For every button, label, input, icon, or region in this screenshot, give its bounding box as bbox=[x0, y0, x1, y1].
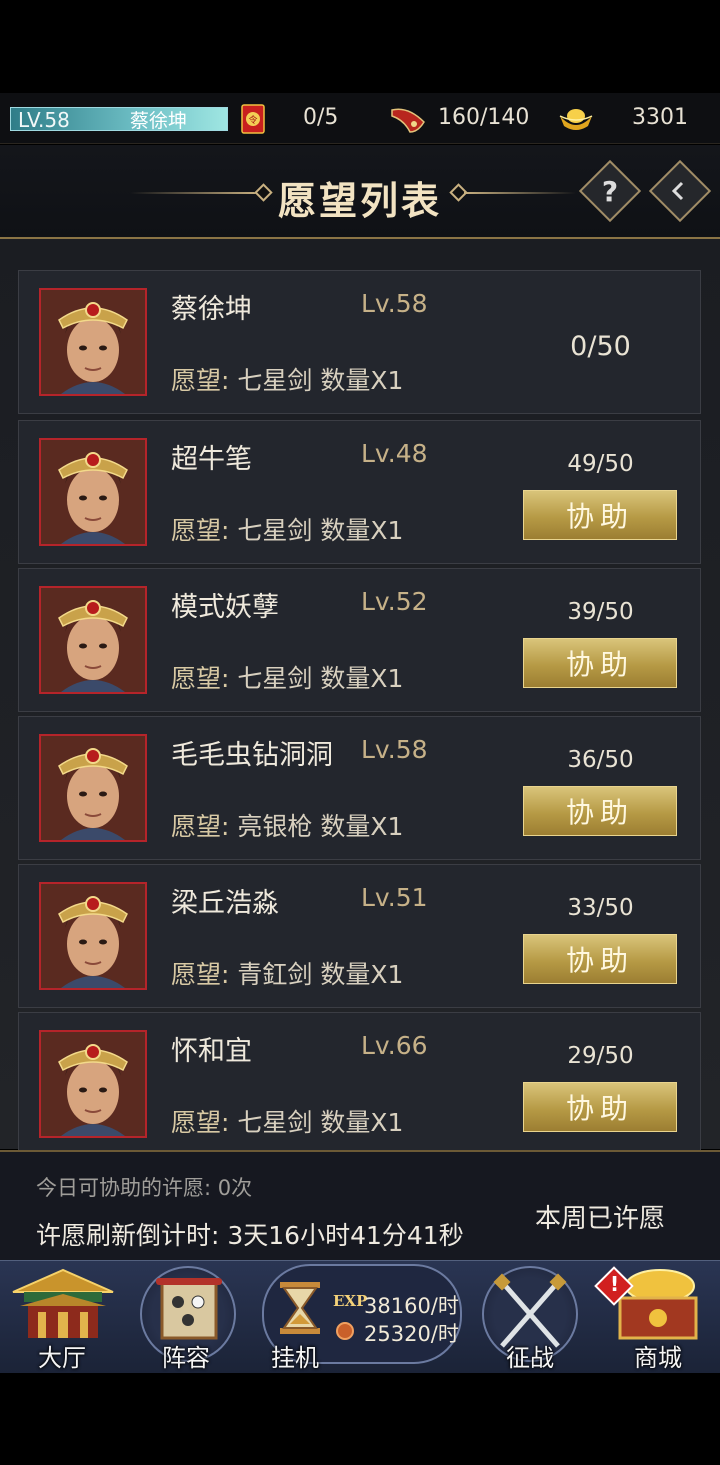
nav-idle-label: 挂机 bbox=[271, 1344, 319, 1372]
player-level: LV.58 bbox=[18, 108, 70, 132]
assist-button[interactable]: 协助 bbox=[523, 786, 677, 836]
player-avatar[interactable] bbox=[39, 586, 147, 694]
wish-row: 模式妖孽 Lv.52 愿望: 七星剑 数量X1 39/50 协助 bbox=[18, 568, 701, 712]
assist-button[interactable]: 协助 bbox=[523, 490, 677, 540]
wish-description: 愿望: 青釭剑 数量X1 bbox=[171, 955, 403, 991]
wish-progress: 29/50 bbox=[567, 1043, 634, 1069]
coin-icon bbox=[336, 1322, 354, 1340]
wish-item: 亮银枪 数量X1 bbox=[237, 812, 404, 841]
wisher-level: Lv.48 bbox=[361, 439, 428, 468]
wish-progress: 0/50 bbox=[570, 331, 631, 362]
wish-label: 愿望: bbox=[171, 516, 230, 545]
player-avatar[interactable] bbox=[39, 1030, 147, 1138]
nav-campaign-label: 征战 bbox=[506, 1344, 554, 1372]
wisher-level: Lv.58 bbox=[361, 289, 428, 318]
horn-energy-icon[interactable] bbox=[388, 102, 428, 136]
wish-row: 蔡徐坤 Lv.58 愿望: 七星剑 数量X1 0/50 bbox=[18, 270, 701, 414]
svg-text:令: 令 bbox=[248, 114, 257, 126]
player-avatar[interactable] bbox=[39, 882, 147, 990]
nav-hall-label: 大厅 bbox=[38, 1344, 86, 1372]
player-avatar[interactable] bbox=[39, 438, 147, 546]
assist-button[interactable]: 协助 bbox=[523, 934, 677, 984]
red-envelope-icon[interactable]: 令 bbox=[236, 102, 270, 136]
wish-description: 愿望: 七星剑 数量X1 bbox=[171, 659, 403, 695]
wish-description: 愿望: 七星剑 数量X1 bbox=[171, 1103, 403, 1139]
player-name: 蔡徐坤 bbox=[130, 110, 188, 132]
wisher-level: Lv.52 bbox=[361, 587, 428, 616]
energy-value: 160/140 bbox=[438, 105, 530, 130]
assist-button[interactable]: 协助 bbox=[523, 1082, 677, 1132]
weekly-wish-status: 本周已许愿 bbox=[535, 1204, 666, 1234]
daily-assist-count: 今日可协助的许愿: 0次 bbox=[36, 1176, 253, 1200]
wish-label: 愿望: bbox=[171, 812, 230, 841]
wisher-name: 梁丘浩淼 bbox=[171, 888, 279, 919]
gold-ingot-icon[interactable] bbox=[557, 104, 595, 138]
wish-label: 愿望: bbox=[171, 960, 230, 989]
nav-lineup-label: 阵容 bbox=[162, 1344, 210, 1372]
wish-label: 愿望: bbox=[171, 366, 230, 395]
wish-item: 七星剑 数量X1 bbox=[237, 664, 404, 693]
wish-item: 七星剑 数量X1 bbox=[237, 516, 404, 545]
wisher-name: 蔡徐坤 bbox=[171, 294, 252, 325]
title-ornament-right bbox=[464, 192, 576, 194]
wish-progress: 36/50 bbox=[567, 747, 634, 773]
nav-shop-label: 商城 bbox=[634, 1344, 682, 1372]
player-avatar[interactable] bbox=[39, 734, 147, 842]
wish-label: 愿望: bbox=[171, 664, 230, 693]
wisher-name: 模式妖孽 bbox=[171, 592, 279, 623]
nav-hall[interactable]: 大厅 bbox=[8, 1264, 118, 1372]
hourglass-icon bbox=[270, 1278, 330, 1342]
wish-item: 青釭剑 数量X1 bbox=[237, 960, 404, 989]
palace-icon bbox=[12, 1268, 114, 1338]
diamond-back-icon bbox=[660, 171, 700, 211]
wish-description: 愿望: 七星剑 数量X1 bbox=[171, 511, 403, 547]
alert-mark: ! bbox=[610, 1272, 620, 1296]
wish-item: 七星剑 数量X1 bbox=[237, 366, 404, 395]
wish-row: 梁丘浩淼 Lv.51 愿望: 青釭剑 数量X1 33/50 协助 bbox=[18, 864, 701, 1008]
help-icon: ? bbox=[601, 174, 619, 208]
assist-button[interactable]: 协助 bbox=[523, 638, 677, 688]
nav-shop[interactable]: ! 商城 bbox=[594, 1264, 713, 1372]
wish-row: 毛毛虫钻洞洞 Lv.58 愿望: 亮银枪 数量X1 36/50 协助 bbox=[18, 716, 701, 860]
wish-label: 愿望: bbox=[171, 1108, 230, 1137]
idle-coin-rate: 25320/时 bbox=[364, 1322, 459, 1346]
wish-description: 愿望: 亮银枪 数量X1 bbox=[171, 807, 403, 843]
wisher-level: Lv.51 bbox=[361, 883, 428, 912]
wish-progress: 33/50 bbox=[567, 895, 634, 921]
wisher-name: 超牛笔 bbox=[171, 444, 252, 475]
wish-progress: 49/50 bbox=[567, 451, 634, 477]
exp-tag: EXP bbox=[333, 1292, 368, 1310]
refresh-countdown: 许愿刷新倒计时: 3天16小时41分41秒 bbox=[36, 1221, 464, 1250]
wisher-level: Lv.58 bbox=[361, 735, 428, 764]
player-avatar[interactable] bbox=[39, 288, 147, 396]
wish-description: 愿望: 七星剑 数量X1 bbox=[171, 361, 403, 397]
wisher-name: 毛毛虫钻洞洞 bbox=[171, 740, 333, 771]
wish-item: 七星剑 数量X1 bbox=[237, 1108, 404, 1137]
idle-exp-rate: 38160/时 bbox=[364, 1294, 459, 1318]
wish-row: 超牛笔 Lv.48 愿望: 七星剑 数量X1 49/50 协助 bbox=[18, 420, 701, 564]
wisher-name: 怀和宜 bbox=[171, 1036, 252, 1067]
wish-progress: 39/50 bbox=[567, 599, 634, 625]
wish-count: 0/5 bbox=[303, 105, 339, 130]
gold-value: 3301 bbox=[632, 105, 688, 130]
wish-row: 怀和宜 Lv.66 愿望: 七星剑 数量X1 29/50 协助 bbox=[18, 1012, 701, 1156]
wisher-level: Lv.66 bbox=[361, 1031, 428, 1060]
